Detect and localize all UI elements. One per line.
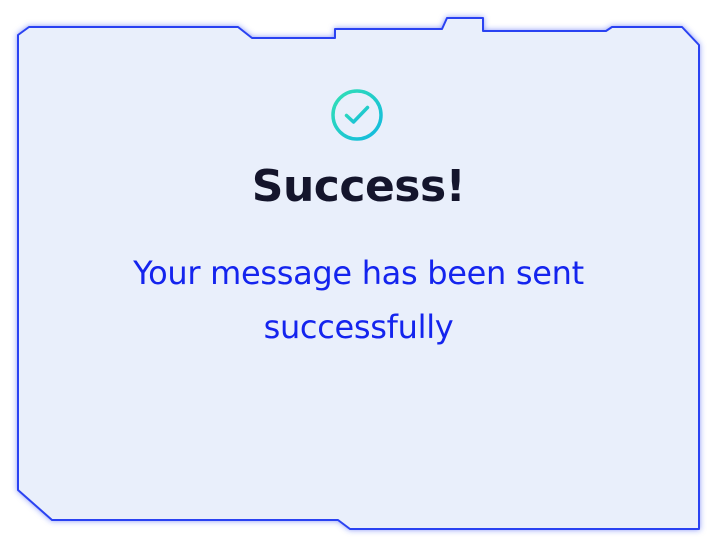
check-circle-icon: [330, 88, 384, 142]
dialog-message: Your message has been sent successfully: [133, 254, 584, 346]
dialog-title: Success!: [251, 161, 466, 212]
